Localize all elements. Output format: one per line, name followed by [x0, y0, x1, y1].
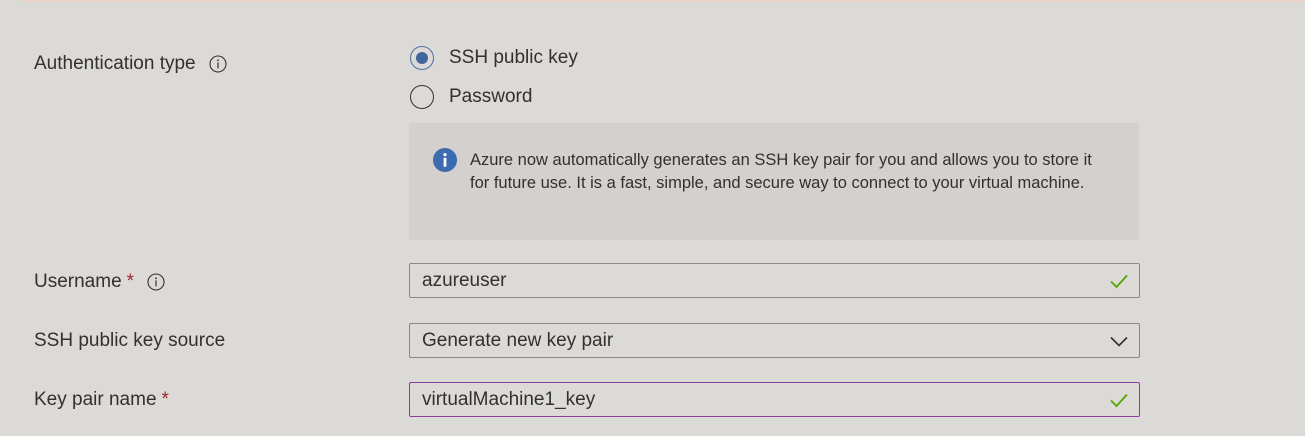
radio-button-checked[interactable] — [410, 46, 434, 70]
key-pair-input-container[interactable] — [409, 382, 1140, 417]
ssh-source-selected-value: Generate new key pair — [422, 329, 614, 351]
radio-button-unchecked[interactable] — [410, 85, 434, 109]
radio-ssh-label: SSH public key — [449, 47, 578, 68]
required-asterisk: * — [161, 389, 169, 410]
username-label: Username — [34, 271, 122, 292]
ssh-source-label-row: SSH public key source — [34, 329, 225, 353]
username-label-row: Username * — [34, 270, 165, 294]
key-pair-name-input[interactable] — [410, 382, 1108, 417]
chevron-down-icon[interactable] — [1108, 330, 1130, 352]
required-asterisk: * — [126, 271, 135, 292]
ssh-source-label: SSH public key source — [34, 330, 226, 351]
checkmark-icon — [1110, 393, 1128, 407]
radio-password[interactable]: Password — [410, 85, 532, 109]
panel-top-border — [22, 0, 1305, 2]
info-message-text: Azure now automatically generates an SSH… — [470, 151, 1092, 192]
key-pair-label: Key pair name — [34, 389, 157, 410]
username-input-container[interactable] — [409, 263, 1140, 298]
checkmark-icon — [1110, 274, 1128, 288]
ssh-source-dropdown[interactable]: Generate new key pair — [409, 323, 1140, 358]
info-badge-icon — [433, 148, 457, 172]
info-message-box: Azure now automatically generates an SSH… — [409, 123, 1139, 240]
auth-type-label-row: Authentication type — [34, 52, 227, 76]
username-input[interactable] — [410, 263, 1108, 298]
radio-password-label: Password — [449, 86, 533, 107]
auth-type-label: Authentication type — [34, 53, 196, 74]
info-circle-icon[interactable] — [147, 273, 165, 291]
radio-ssh-public-key[interactable]: SSH public key — [410, 46, 578, 70]
info-circle-icon[interactable] — [209, 55, 227, 73]
key-pair-label-row: Key pair name * — [34, 388, 169, 412]
